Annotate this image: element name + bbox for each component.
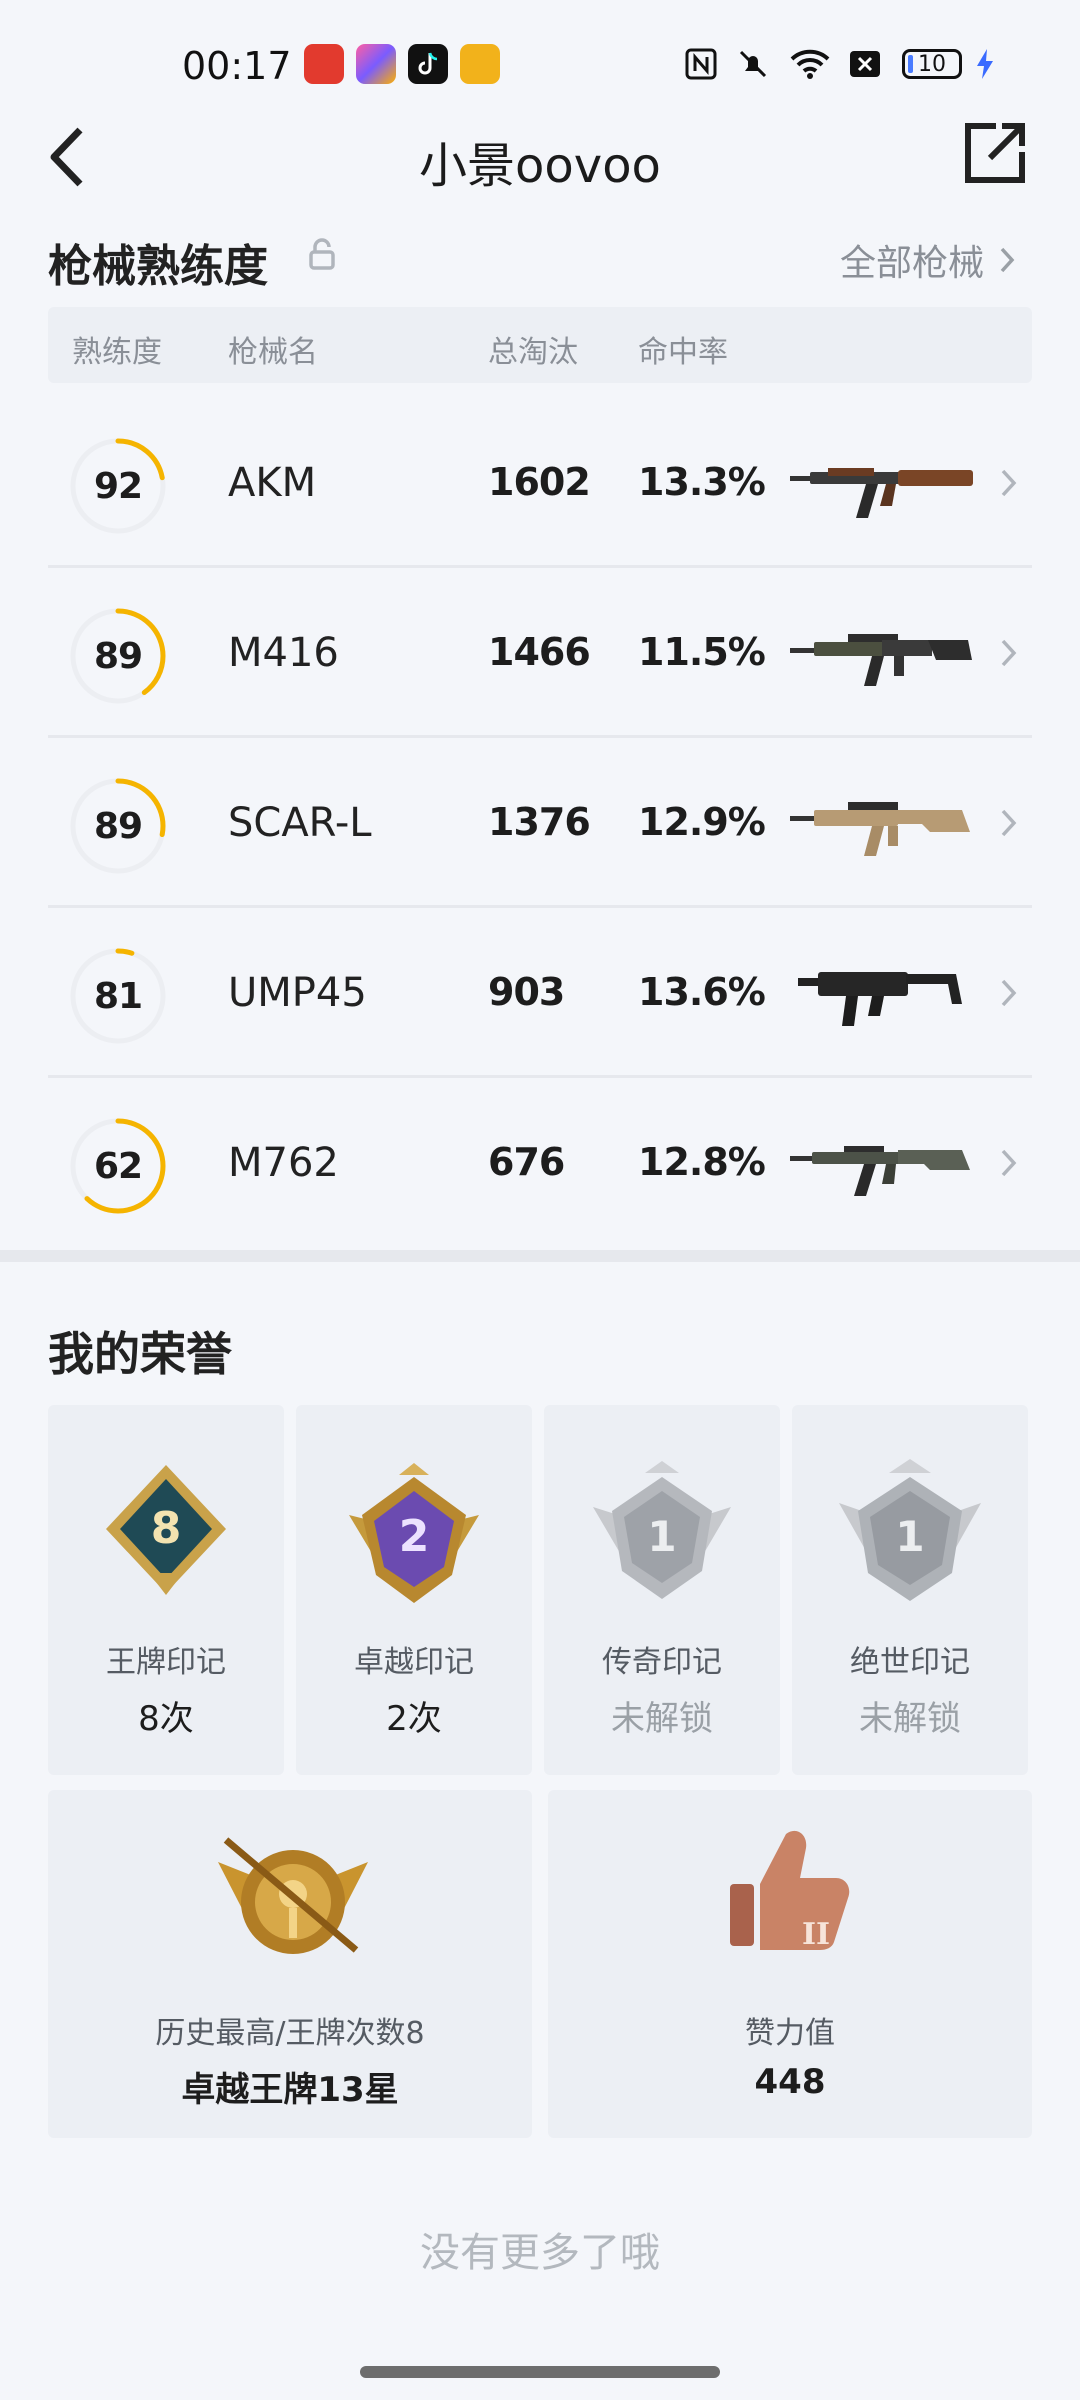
- honor-label: 绝世印记: [850, 1645, 970, 1680]
- all-weapons-link[interactable]: 全部枪械: [840, 234, 1016, 286]
- weapon-hit-rate: 12.8%: [638, 1140, 766, 1184]
- honor-card-legend-mark[interactable]: 1 传奇印记 未解锁: [544, 1405, 780, 1775]
- excellence-mark-badge-icon: 2: [349, 1463, 479, 1603]
- weapon-name: UMP45: [228, 970, 367, 1016]
- share-icon: [965, 123, 1025, 183]
- honor-value: 8次: [138, 1699, 194, 1739]
- status-bar: 00:17 10: [0, 0, 1080, 130]
- column-header-hit-rate: 命中率: [638, 335, 728, 370]
- table-header: 熟练度 枪械名 总淘汰 命中率: [48, 307, 1032, 383]
- honor-card-excellence-mark[interactable]: 2 卓越印记 2次: [296, 1405, 532, 1775]
- game-app-icon: [460, 44, 500, 84]
- lock-icon[interactable]: [308, 238, 336, 270]
- share-button[interactable]: [962, 120, 1028, 186]
- weapon-name: AKM: [228, 460, 317, 506]
- column-header-weapon-name: 枪械名: [228, 335, 318, 370]
- ump45-smg-image: [798, 972, 962, 1026]
- charging-icon: [974, 46, 996, 82]
- chevron-right-icon: [1001, 469, 1017, 497]
- proficiency-value: 89: [93, 635, 143, 677]
- status-time: 00:17: [182, 44, 292, 88]
- weapon-kills: 1602: [488, 460, 591, 504]
- weapon-kills: 903: [488, 970, 565, 1014]
- weapon-hit-rate: 12.9%: [638, 800, 766, 844]
- honor-value: 未解锁: [611, 1699, 713, 1739]
- app-notification-icon: [356, 44, 396, 84]
- tiktok-icon: [408, 44, 448, 84]
- weapon-hit-rate: 13.3%: [638, 460, 766, 504]
- chevron-right-icon: [1001, 809, 1017, 837]
- scar-l-rifle-image: [790, 802, 970, 856]
- thumbs-up-icon: II: [730, 1830, 850, 1952]
- chevron-right-icon: [1001, 639, 1017, 667]
- proficiency-value: 81: [93, 975, 143, 1017]
- app-notification-icon: [304, 44, 344, 84]
- honor-label: 传奇印记: [602, 1645, 722, 1680]
- ace-mark-badge-icon: 8: [106, 1465, 226, 1595]
- honors-section-title: 我的荣誉: [48, 1327, 232, 1381]
- column-header-kills: 总淘汰: [488, 335, 578, 370]
- no-more-text: 没有更多了哦: [420, 2230, 660, 2276]
- likes-label: 赞力值: [745, 2016, 835, 2051]
- mute-icon: [736, 46, 770, 82]
- wifi-icon: [788, 46, 832, 82]
- svg-text:1: 1: [647, 1512, 676, 1561]
- weapon-kills: 676: [488, 1140, 565, 1184]
- honor-label: 王牌印记: [106, 1645, 226, 1680]
- honor-card-peerless-mark[interactable]: 1 绝世印记 未解锁: [792, 1405, 1028, 1775]
- chevron-right-icon: [1001, 979, 1017, 1007]
- history-highest-label: 历史最高/王牌次数8: [155, 2016, 425, 2051]
- weapon-row-ump45[interactable]: 81 UMP45 903 13.6%: [48, 908, 1032, 1078]
- svg-text:2: 2: [399, 1511, 430, 1562]
- weapon-row-m416[interactable]: 89 M416 1466 11.5%: [48, 568, 1032, 738]
- close-box-icon: [848, 46, 882, 82]
- chevron-right-icon: [1000, 247, 1015, 273]
- proficiency-value: 62: [93, 1145, 143, 1187]
- chevron-right-icon: [1001, 1149, 1017, 1177]
- battery-level: 10: [918, 51, 946, 77]
- legend-mark-badge-icon: 1: [593, 1461, 731, 1599]
- m762-rifle-image: [790, 1146, 970, 1196]
- likes-card[interactable]: II 赞力值 448: [548, 1790, 1032, 2138]
- page-title: 小景oovoo: [419, 138, 661, 194]
- svg-text:II: II: [802, 1917, 830, 1952]
- weapon-hit-rate: 11.5%: [638, 630, 766, 674]
- column-header-proficiency: 熟练度: [72, 335, 162, 370]
- akm-rifle-image: [790, 468, 973, 518]
- proficiency-value: 92: [93, 465, 143, 507]
- weapon-row-m762[interactable]: 62 M762 676 12.8%: [48, 1078, 1032, 1248]
- svg-text:8: 8: [151, 1503, 182, 1554]
- weapon-row-akm[interactable]: 92 AKM 1602 13.3%: [48, 398, 1032, 568]
- weapons-section-title: 枪械熟练度: [48, 241, 268, 292]
- honor-label: 卓越印记: [354, 1645, 474, 1680]
- history-highest-value: 卓越王牌13星: [181, 2070, 399, 2110]
- battery-icon: 10: [902, 46, 962, 82]
- all-weapons-label: 全部枪械: [840, 243, 985, 284]
- weapon-name: M416: [228, 630, 339, 676]
- svg-text:1: 1: [895, 1512, 924, 1561]
- honor-value: 2次: [386, 1699, 442, 1739]
- proficiency-value: 89: [93, 805, 143, 847]
- m416-rifle-image: [790, 634, 972, 686]
- weapon-name: SCAR-L: [228, 800, 372, 846]
- section-separator: [0, 1250, 1080, 1262]
- home-indicator[interactable]: [360, 2366, 720, 2378]
- nfc-icon: [684, 46, 718, 82]
- weapon-name: M762: [228, 1140, 339, 1186]
- history-highest-card[interactable]: 历史最高/王牌次数8 卓越王牌13星: [48, 1790, 532, 2138]
- weapon-kills: 1466: [488, 630, 591, 674]
- weapon-hit-rate: 13.6%: [638, 970, 766, 1014]
- honor-card-ace-mark[interactable]: 8 王牌印记 8次: [48, 1405, 284, 1775]
- peerless-mark-badge-icon: 1: [839, 1459, 981, 1601]
- honor-value: 未解锁: [859, 1699, 961, 1739]
- rank-badge-icon: [218, 1837, 368, 1954]
- weapon-row-scar-l[interactable]: 89 SCAR-L 1376 12.9%: [48, 738, 1032, 908]
- likes-value: 448: [754, 2062, 826, 2102]
- weapon-kills: 1376: [488, 800, 591, 844]
